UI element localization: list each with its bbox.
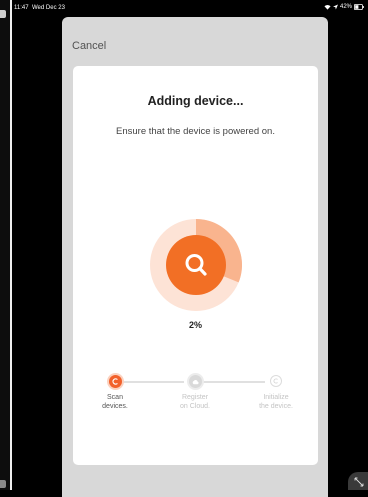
status-time: 11:47 (14, 5, 29, 11)
step-initialize-label: Initialize the device. (259, 394, 293, 410)
split-divider[interactable] (10, 0, 12, 490)
initialize-icon (273, 378, 278, 384)
scan-icon (112, 378, 118, 385)
step-connector (122, 381, 184, 383)
battery-percent: 42% (339, 4, 352, 10)
step-connector (203, 381, 265, 383)
status-date: Wed Dec 23 (32, 5, 65, 11)
progress-steps: Scan devices. Register on Cloud. Initial… (73, 375, 318, 435)
card-title: Adding device... (147, 94, 244, 108)
step-register-label: Register on Cloud. (180, 394, 210, 410)
step-initialize-indicator (270, 375, 282, 387)
edge-tab-bottom (0, 480, 6, 488)
modal-sheet: Cancel Adding device... Ensure that the … (62, 17, 328, 497)
step-scan-label: Scan devices. (102, 394, 128, 410)
cancel-button[interactable]: Cancel (72, 40, 106, 52)
resize-button[interactable] (348, 472, 368, 490)
wifi-icon (324, 4, 331, 10)
step-register-indicator (189, 375, 202, 388)
cloud-icon (192, 379, 199, 384)
progress-percent: 2% (188, 320, 202, 330)
progress-ring (150, 219, 243, 311)
battery-icon (354, 4, 364, 10)
location-icon (332, 4, 338, 10)
adding-device-card: Adding device... Ensure that the device … (73, 66, 318, 465)
status-bar: 11:47 Wed Dec 23 42% (12, 0, 368, 16)
edge-tab (0, 10, 6, 18)
left-edge-strip (0, 0, 10, 490)
resize-icon (354, 477, 364, 487)
step-scan-indicator (109, 375, 122, 388)
status-right-group: 42% (324, 4, 364, 10)
card-subtitle: Ensure that the device is powered on. (116, 126, 275, 137)
